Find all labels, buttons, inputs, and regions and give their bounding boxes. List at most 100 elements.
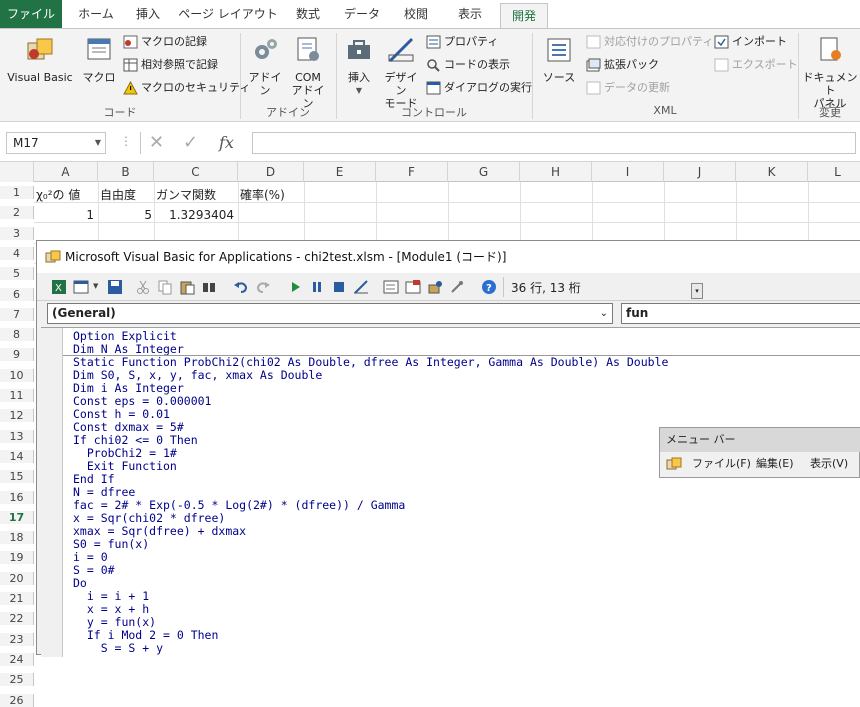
record-macro-button[interactable]: マクロの記録 — [123, 33, 207, 51]
row-header[interactable]: 26 — [0, 694, 34, 707]
row-header[interactable]: 17 — [0, 511, 34, 524]
enter-icon[interactable]: ✓ — [183, 132, 198, 153]
row-header[interactable]: 22 — [0, 612, 34, 625]
menu-item-edit[interactable]: 編集(E) — [756, 456, 794, 472]
import-button[interactable]: インポート — [714, 33, 787, 51]
menu-bar-title[interactable]: メニュー バー — [660, 428, 860, 452]
name-box[interactable]: M17 ▼ — [6, 132, 106, 154]
tab-formulas[interactable]: 数式 — [286, 0, 330, 28]
macro-security-button[interactable]: マクロのセキュリティ — [123, 79, 250, 97]
row-header[interactable]: 23 — [0, 633, 34, 646]
cell-a1[interactable]: χ₀²の 値 — [36, 185, 80, 205]
document-panel-button[interactable]: ドキュメント パネル — [800, 35, 860, 110]
column-header-b[interactable]: B — [98, 162, 154, 182]
select-all-corner[interactable] — [0, 162, 34, 182]
redo-icon[interactable] — [255, 279, 271, 295]
expansion-packs-button[interactable]: 拡張パック — [586, 56, 659, 74]
row-header[interactable]: 8 — [0, 328, 34, 341]
save-icon[interactable] — [107, 279, 123, 295]
column-header-k[interactable]: K — [736, 162, 808, 182]
floating-menu-bar[interactable]: メニュー バー ファイル(F) 編集(E) 表示(V) — [659, 427, 860, 478]
column-header-j[interactable]: J — [664, 162, 736, 182]
tab-view[interactable]: 表示 — [446, 0, 494, 28]
cell-b1[interactable]: 自由度 — [100, 185, 136, 205]
export-button[interactable]: エクスポート — [714, 56, 798, 74]
row-header[interactable]: 21 — [0, 592, 34, 605]
tab-file[interactable]: ファイル — [0, 0, 62, 28]
toolbox-icon[interactable] — [449, 279, 465, 295]
pause-icon[interactable] — [309, 279, 325, 295]
row-header[interactable]: 14 — [0, 450, 34, 463]
stop-icon[interactable] — [331, 279, 347, 295]
tab-review[interactable]: 校閲 — [392, 0, 440, 28]
map-properties-button[interactable]: 対応付けのプロパティ — [586, 33, 713, 51]
view-code-button[interactable]: コードの表示 — [426, 56, 510, 74]
menu-item-view[interactable]: 表示(V) — [810, 456, 848, 472]
help-icon[interactable]: ? — [481, 279, 497, 295]
row-header[interactable]: 16 — [0, 491, 34, 504]
excel-view-icon[interactable]: X — [51, 279, 67, 295]
column-header-a[interactable]: A — [34, 162, 98, 182]
column-header-d[interactable]: D — [238, 162, 304, 182]
cancel-icon[interactable]: ✕ — [149, 132, 164, 153]
project-explorer-icon[interactable] — [383, 279, 399, 295]
formula-input[interactable] — [252, 132, 856, 154]
row-header[interactable]: 4 — [0, 247, 34, 260]
tab-page-layout[interactable]: ページ レイアウト — [176, 0, 280, 28]
paste-icon[interactable] — [179, 279, 195, 295]
row-header[interactable]: 11 — [0, 389, 34, 402]
code-editor[interactable]: Option Explicit Dim N As Integer Static Fu… — [41, 327, 860, 657]
refresh-data-button[interactable]: データの更新 — [586, 79, 670, 97]
relative-reference-button[interactable]: 相対参照で記録 — [123, 56, 218, 74]
insert-userform-icon[interactable] — [73, 279, 89, 295]
run-icon[interactable] — [287, 279, 303, 295]
row-header[interactable]: 18 — [0, 531, 34, 544]
tab-developer[interactable]: 開発 — [500, 3, 548, 28]
run-dialog-button[interactable]: ダイアログの実行 — [426, 79, 532, 97]
find-icon[interactable] — [201, 279, 217, 295]
toolbar-overflow-icon[interactable]: ▾ — [691, 283, 703, 299]
object-combo[interactable]: (General) ⌄ — [47, 303, 613, 324]
row-header[interactable]: 25 — [0, 673, 34, 686]
column-header-c[interactable]: C — [154, 162, 238, 182]
addin-button[interactable]: アドイン — [244, 35, 286, 97]
tab-data[interactable]: データ — [336, 0, 388, 28]
cell-c2[interactable]: 1.3293404 — [154, 205, 234, 225]
cut-icon[interactable] — [135, 279, 151, 295]
design-mode-button[interactable]: デザイン モード — [380, 35, 422, 110]
properties-button[interactable]: プロパティ — [426, 33, 498, 51]
tab-home[interactable]: ホーム — [68, 0, 124, 28]
column-header-l[interactable]: L — [808, 162, 860, 182]
row-header[interactable]: 1 — [0, 186, 34, 199]
menu-item-file[interactable]: ファイル(F) — [692, 456, 751, 472]
row-header[interactable]: 6 — [0, 288, 34, 301]
properties-window-icon[interactable] — [405, 279, 421, 295]
column-header-f[interactable]: F — [376, 162, 448, 182]
code-line[interactable]: S = S + y — [73, 642, 163, 655]
com-addin-button[interactable]: COM アドイン — [288, 35, 328, 110]
row-header[interactable]: 7 — [0, 308, 34, 321]
row-header[interactable]: 20 — [0, 572, 34, 585]
row-header[interactable]: 3 — [0, 227, 34, 240]
column-header-i[interactable]: I — [592, 162, 664, 182]
row-header[interactable]: 15 — [0, 470, 34, 483]
tab-insert[interactable]: 挿入 — [126, 0, 170, 28]
cell-a2[interactable]: 1 — [34, 205, 94, 225]
row-header[interactable]: 19 — [0, 551, 34, 564]
xml-source-button[interactable]: ソース — [538, 35, 580, 84]
row-header[interactable]: 5 — [0, 267, 34, 280]
cell-c1[interactable]: ガンマ関数 — [156, 185, 216, 205]
cell-d1[interactable]: 確率(%) — [240, 185, 285, 205]
insert-control-button[interactable]: 挿入 ▼ — [340, 35, 378, 97]
cell-b2[interactable]: 5 — [98, 205, 152, 225]
row-header[interactable]: 2 — [0, 206, 34, 219]
row-header[interactable]: 13 — [0, 430, 34, 443]
row-header[interactable]: 12 — [0, 409, 34, 422]
visual-basic-button[interactable]: Visual Basic — [4, 35, 76, 84]
row-header[interactable]: 10 — [0, 369, 34, 382]
column-header-g[interactable]: G — [448, 162, 520, 182]
column-header-e[interactable]: E — [304, 162, 376, 182]
procedure-combo[interactable]: fun — [621, 303, 860, 324]
design-mode-icon[interactable] — [353, 279, 369, 295]
column-header-h[interactable]: H — [520, 162, 592, 182]
